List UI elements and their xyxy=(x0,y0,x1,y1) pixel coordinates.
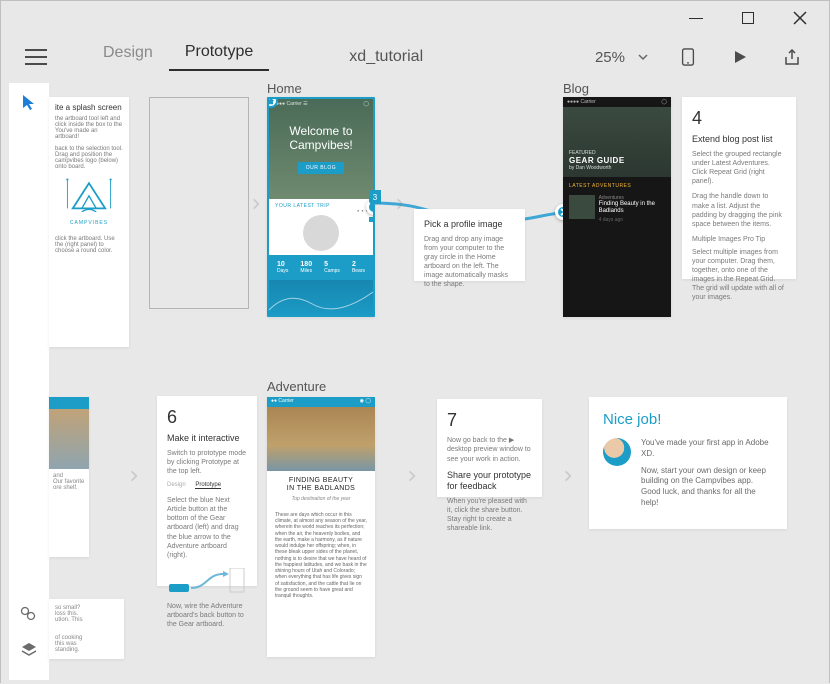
nav-arrow-icon xyxy=(561,469,575,483)
selection-handle[interactable] xyxy=(369,217,374,222)
nice-p1: You've made your first app in Adobe XD. xyxy=(641,438,773,460)
tip4-p1: Select the grouped rectangle under Lates… xyxy=(692,150,786,186)
wire-source-label: 3 xyxy=(369,190,381,204)
minimize-button[interactable] xyxy=(687,9,705,27)
tip4-num: 4 xyxy=(692,107,786,130)
tab-prototype[interactable]: Prototype xyxy=(169,43,269,71)
home-hero: ●●●● Carrier ☰ ◯ Welcome to Campvibes! O… xyxy=(269,99,373,199)
adv-statusbar: ●● Carrier ◉ ◯ xyxy=(267,397,375,407)
hamburger-menu-icon[interactable] xyxy=(25,49,47,65)
nice-header: Nice job! xyxy=(603,411,773,428)
tip4-p3: Multiple Images Pro Tip xyxy=(692,235,786,244)
canvas[interactable]: Home Blog Adventure ite a splash screen … xyxy=(49,79,829,684)
tip4-p2: Drag the handle down to make a list. Adj… xyxy=(692,192,786,228)
splash-text-3: click the artboard. Use the (right panel… xyxy=(55,236,123,254)
blog-author: by Dan Woodworth xyxy=(569,165,665,171)
blog-section-label: LATEST ADVENTURES xyxy=(563,177,671,195)
card-tip-7[interactable]: 7 Now go back to the ▶ desktop preview w… xyxy=(437,399,542,497)
share-icon[interactable] xyxy=(783,48,801,66)
card-tip-3[interactable]: Pick a profile image Drag and drop any i… xyxy=(414,209,525,281)
play-icon[interactable] xyxy=(731,48,749,66)
blog-hero: FEATURED GEAR GUIDE by Dan Woodworth xyxy=(563,107,671,177)
tip4-p4: Select multiple images from your compute… xyxy=(692,248,786,303)
main-toolbar: Design Prototype xd_tutorial 25% xyxy=(1,35,829,79)
artboard-label-adventure[interactable]: Adventure xyxy=(267,379,326,394)
artboard-label-home[interactable]: Home xyxy=(267,81,302,96)
adv-headline: FINDING BEAUTYIN THE BADLANDS Top destin… xyxy=(267,471,375,508)
tip7-title: Share your prototype for feedback xyxy=(447,470,532,493)
artboard-home[interactable]: ●●●● Carrier ☰ ◯ Welcome to Campvibes! O… xyxy=(267,97,375,317)
artboard-adventure[interactable]: ●● Carrier ◉ ◯ FINDING BEAUTYIN THE BADL… xyxy=(267,397,375,657)
nav-arrow-icon xyxy=(249,197,263,211)
left-tool-panel xyxy=(9,83,49,680)
card-partial-left[interactable]: andOur favoriteore shelf. xyxy=(49,397,89,557)
artboard-label-blog[interactable]: Blog xyxy=(563,81,589,96)
empty-artboard[interactable] xyxy=(149,97,249,309)
avatar xyxy=(603,438,631,466)
layers-icon[interactable] xyxy=(20,641,38,662)
blog-post-item: Adventures Finding Beauty in the Badland… xyxy=(563,195,671,223)
adv-photo xyxy=(267,407,375,471)
splash-heading: ite a splash screen xyxy=(55,103,123,112)
tip3-body: Drag and drop any image from your comput… xyxy=(424,235,515,290)
maximize-button[interactable] xyxy=(739,9,757,27)
nav-arrow-icon xyxy=(127,469,141,483)
tip7-num: 7 xyxy=(447,409,532,432)
splash-text-1: the artboard tool left and click inside … xyxy=(55,116,123,140)
tip3-title: Pick a profile image xyxy=(424,219,515,231)
device-preview-icon[interactable] xyxy=(679,48,697,66)
close-button[interactable] xyxy=(791,9,809,27)
home-stats: 10Days 180Miles 5Camps 2Bears xyxy=(269,255,373,280)
card-splash-partial[interactable]: ite a splash screen the artboard tool le… xyxy=(49,97,129,347)
chevron-down-icon xyxy=(637,51,649,63)
blog-gear-title: GEAR GUIDE xyxy=(569,156,665,165)
nav-arrow-icon xyxy=(405,469,419,483)
tip6-diagram xyxy=(167,568,247,598)
tip4-title: Extend blog post list xyxy=(692,134,786,146)
artboard-blog[interactable]: ●●●● Carrier ◯ FEATURED GEAR GUIDE by Da… xyxy=(563,97,671,317)
adv-body: These are days which occur in this clima… xyxy=(267,508,375,604)
home-profile-circle[interactable] xyxy=(303,215,339,251)
tip6-p2: Select the blue Next Article button at t… xyxy=(167,496,247,560)
splash-brand: CAMPVIBES xyxy=(55,220,123,226)
card-partial-bottom[interactable]: so small?loss this.ution. This of cookin… xyxy=(49,599,124,659)
card-nice-job[interactable]: Nice job! You've made your first app in … xyxy=(589,397,787,529)
card-tip-4[interactable]: 4 Extend blog post list Select the group… xyxy=(682,97,796,279)
workspace: Home Blog Adventure ite a splash screen … xyxy=(1,79,829,684)
nice-p2: Now, start your own design or keep build… xyxy=(641,466,773,509)
tip6-num: 6 xyxy=(167,406,247,429)
tip6-p1: Switch to prototype mode by clicking Pro… xyxy=(167,449,247,476)
home-map xyxy=(269,280,373,317)
zoom-dropdown[interactable]: 25% xyxy=(595,49,649,66)
home-blog-button[interactable]: OUR BLOG xyxy=(298,162,344,174)
pointer-tool-icon[interactable] xyxy=(20,93,38,114)
assets-icon[interactable] xyxy=(20,604,38,625)
window-titlebar xyxy=(1,1,829,35)
tab-design[interactable]: Design xyxy=(87,44,169,70)
zoom-value: 25% xyxy=(595,49,625,66)
tip7-p2: When you're pleased with it, click the s… xyxy=(447,497,532,533)
tip6-title: Make it interactive xyxy=(167,433,247,445)
nav-arrow-icon xyxy=(393,197,407,211)
blog-thumb xyxy=(569,195,595,219)
tip6-p3: Now, wire the Adventure artboard's back … xyxy=(167,602,247,629)
card-tip-6[interactable]: 6 Make it interactive Switch to prototyp… xyxy=(157,396,257,586)
splash-text-2: back to the selection tool. Drag and pos… xyxy=(55,146,123,170)
document-title: xd_tutorial xyxy=(349,48,423,66)
tip7-p1: Now go back to the ▶ desktop preview win… xyxy=(447,436,532,463)
tent-icon xyxy=(55,176,123,214)
home-welcome-text: Welcome to Campvibes! xyxy=(269,124,373,152)
